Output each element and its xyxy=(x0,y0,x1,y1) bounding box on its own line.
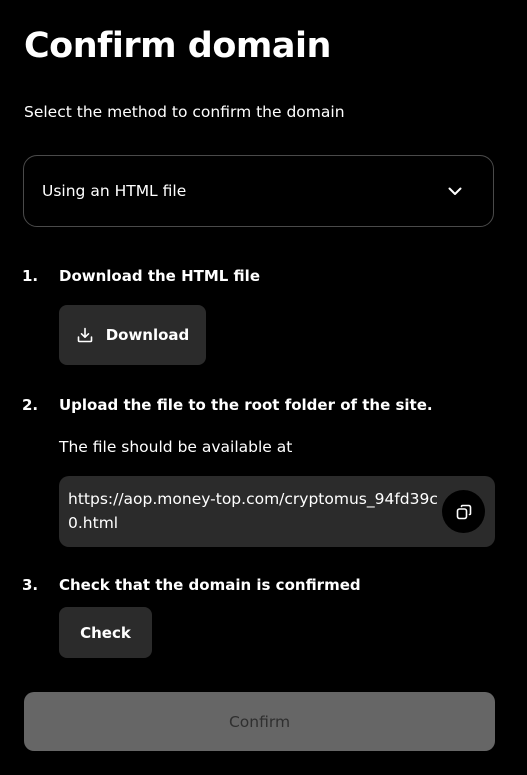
method-select-value: Using an HTML file xyxy=(42,182,187,200)
download-button-label: Download xyxy=(105,326,190,344)
check-button[interactable]: Check xyxy=(59,607,152,658)
step-1-number: 1. xyxy=(22,267,39,285)
download-button[interactable]: Download xyxy=(59,305,206,365)
copy-url-button[interactable] xyxy=(442,490,485,533)
check-button-label: Check xyxy=(80,623,131,642)
step-3-number: 3. xyxy=(22,576,39,594)
file-url-box: https://aop.money-top.com/cryptomus_94fd… xyxy=(59,476,495,547)
step-3-title: Check that the domain is confirmed xyxy=(59,576,361,594)
copy-icon xyxy=(456,504,471,519)
step-2-number: 2. xyxy=(22,396,39,414)
page-subtitle: Select the method to confirm the domain xyxy=(24,103,345,121)
confirm-button[interactable]: Confirm xyxy=(24,692,495,751)
availability-note: The file should be available at xyxy=(59,438,293,456)
step-2-title: Upload the file to the root folder of th… xyxy=(59,396,433,414)
download-icon xyxy=(77,327,92,343)
chevron-down-icon xyxy=(448,187,462,195)
file-url: https://aop.money-top.com/cryptomus_94fd… xyxy=(68,490,438,532)
step-1-title: Download the HTML file xyxy=(59,267,260,285)
method-select[interactable]: Using an HTML file xyxy=(23,155,494,227)
confirm-button-label: Confirm xyxy=(228,712,291,731)
page-title: Confirm domain xyxy=(24,26,331,66)
